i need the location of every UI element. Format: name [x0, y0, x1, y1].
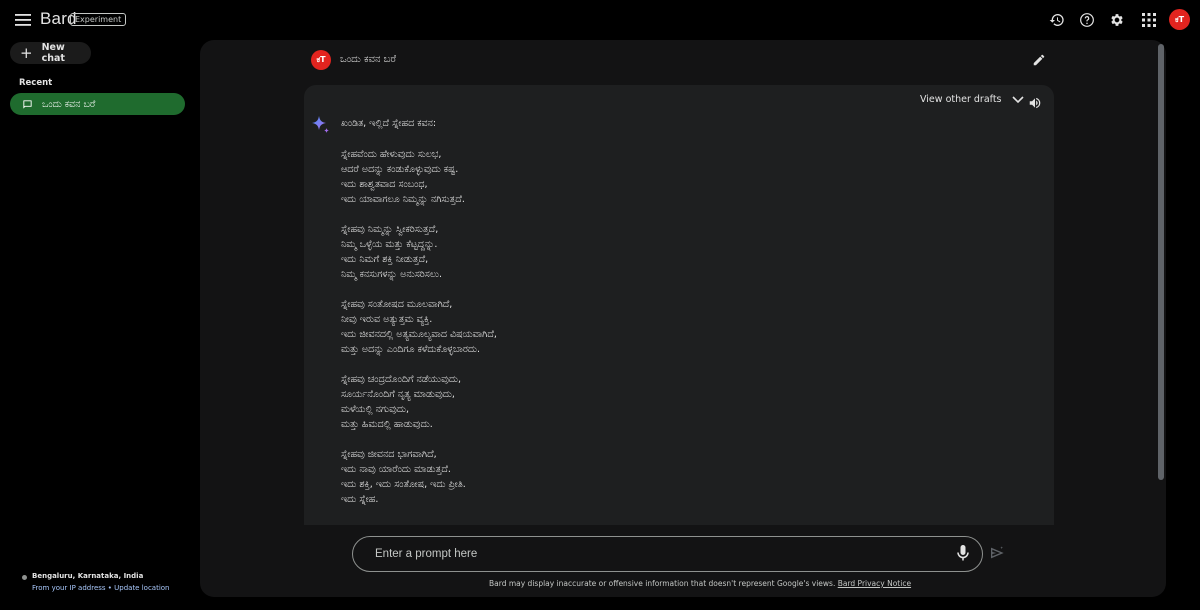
- view-other-drafts-button[interactable]: View other drafts: [920, 94, 1024, 105]
- help-icon[interactable]: [1077, 10, 1097, 30]
- poem-line: ಇದು ಶಕ್ತಿ, ಇದು ಸಂತೋಷ, ಇದು ಪ್ರೀತಿ.: [341, 479, 466, 490]
- experiment-badge: Experiment: [70, 13, 127, 26]
- poem-stanza: ಸ್ನೇಹವು ಜೀವನದ ಭಾಗವಾಗಿದೆ, ಇದು ನಾವು ಯಾರೆಂದು…: [341, 447, 497, 507]
- poem-line: ಇದು ನಾವು ಯಾರೆಂದು ಮಾಡುತ್ತದೆ.: [341, 464, 451, 475]
- poem-line: ಇದು ಶಾಶ್ವತವಾದ ಸಂಬಂಧ,: [341, 179, 428, 190]
- apps-grid-icon[interactable]: [1139, 10, 1159, 30]
- location-place: Bengaluru, Karnataka, India: [32, 572, 144, 580]
- poem-line: ಸ್ನೇಹವು ನಿಮ್ಮನ್ನು ಸ್ವೀಕರಿಸುತ್ತದೆ,: [341, 224, 439, 235]
- history-icon[interactable]: [1047, 10, 1067, 30]
- poem-line: ನಿಮ್ಮ ಕನಸುಗಳನ್ನು ಅನುಸರಿಸಲು.: [341, 269, 443, 280]
- settings-gear-icon[interactable]: [1107, 10, 1127, 30]
- send-icon[interactable]: [988, 544, 1006, 562]
- disclaimer-text: Bard may display inaccurate or offensive…: [489, 579, 838, 588]
- location-dot-icon: [22, 575, 27, 580]
- poem-line: ಆದರೆ ಅದನ್ನು ಕಂಡುಕೊಳ್ಳುವುದು ಕಷ್ಟ.: [341, 164, 459, 175]
- account-avatar[interactable]: ಕT: [1169, 9, 1190, 30]
- location-source-text[interactable]: From your IP address: [32, 584, 106, 592]
- disclaimer: Bard may display inaccurate or offensive…: [489, 579, 911, 588]
- user-prompt-text: ಒಂದು ಕವನ ಬರೆ: [340, 54, 397, 65]
- poem-line: ಮತ್ತು ಅದನ್ನು ಎಂದಿಗೂ ಕಳೆದುಕೊಳ್ಳಬಾರದು.: [341, 344, 481, 355]
- poem-line: ಸೂರ್ಯನೊಂದಿಗೆ ನೃತ್ಯ ಮಾಡುವುದು,: [341, 389, 455, 400]
- recent-chat-label: ಒಂದು ಕವನ ಬರೆ: [42, 98, 96, 110]
- prompt-input[interactable]: [373, 547, 933, 561]
- poem-stanza: ಸ್ನೇಹವು ನಿಮ್ಮನ್ನು ಸ್ವೀಕರಿಸುತ್ತದೆ, ನಿಮ್ಮ ಒ…: [341, 222, 497, 282]
- poem-line: ಇದು ಸ್ನೇಹ.: [341, 494, 379, 505]
- poem-line: ಇದು ನಿಮಗೆ ಶಕ್ತಿ ನೀಡುತ್ತದೆ,: [341, 254, 429, 265]
- view-drafts-label: View other drafts: [920, 94, 1002, 105]
- location-source: From your IP address • Update location: [32, 584, 170, 592]
- poem-line: ಸ್ನೇಹವೆಂದು ಹೇಳುವುದು ಸುಲಭ,: [341, 149, 442, 160]
- poem-line: ಮಳೆಯಲ್ಲಿ ನಗುವುದು,: [341, 404, 410, 415]
- chevron-down-icon: [1011, 95, 1024, 103]
- poem-stanza: ಸ್ನೇಹವು ಚಂದ್ರದೊಂದಿಗೆ ನಡೆಯುವುದು, ಸೂರ್ಯನೊಂದ…: [341, 372, 497, 432]
- poem-line: ನಿಮ್ಮ ಒಳ್ಳೆಯ ಮತ್ತು ಕೆಟ್ಟದ್ದನ್ನು.: [341, 239, 438, 250]
- poem-line: ಸ್ನೇಹವು ಸಂತೋಷದ ಮೂಲವಾಗಿದೆ,: [341, 299, 453, 310]
- poem-line: ಇದು ಜೀವನದಲ್ಲಿ ಅತ್ಯಮೂಲ್ಯವಾದ ವಿಷಯವಾಗಿದೆ,: [341, 329, 497, 340]
- poem-stanza: ಸ್ನೇಹವೆಂದು ಹೇಳುವುದು ಸುಲಭ, ಆದರೆ ಅದನ್ನು ಕಂಡ…: [341, 147, 497, 207]
- response-poem: ಸ್ನೇಹವೆಂದು ಹೇಳುವುದು ಸುಲಭ, ಆದರೆ ಅದನ್ನು ಕಂಡ…: [341, 147, 497, 522]
- prompt-box: [352, 536, 983, 572]
- privacy-notice-link[interactable]: Bard Privacy Notice: [838, 579, 911, 588]
- poem-line: ಸ್ನೇಹವು ಚಂದ್ರದೊಂದಿಗೆ ನಡೆಯುವುದು,: [341, 374, 462, 385]
- poem-line: ಇದು ಯಾವಾಗಲೂ ನಿಮ್ಮನ್ನು ನಗಿಸುತ್ತದೆ.: [341, 194, 465, 205]
- menu-icon[interactable]: [12, 9, 34, 31]
- scrollbar[interactable]: [1158, 44, 1164, 480]
- poem-line: ಸ್ನೇಹವು ಜೀವನದ ಭಾಗವಾಗಿದೆ,: [341, 449, 437, 460]
- poem-stanza: ಸ್ನೇಹವು ಸಂತೋಷದ ಮೂಲವಾಗಿದೆ, ನೀವು ಇರುವ ಅತ್ಯು…: [341, 297, 497, 357]
- update-location-link[interactable]: Update location: [114, 584, 169, 592]
- recent-heading: Recent: [19, 78, 53, 88]
- poem-line: ನೀವು ಇರುವ ಅತ್ಯುತ್ತಮ ವ್ಯಕ್ತಿ.: [341, 314, 433, 325]
- edit-prompt-icon[interactable]: [1030, 51, 1048, 69]
- plus-icon: +: [20, 44, 33, 62]
- new-chat-label: New chat: [41, 42, 65, 64]
- user-avatar: ಕT: [311, 50, 331, 70]
- bard-sparkle-icon: [311, 115, 331, 135]
- top-bar: Bard Experiment ಕT: [0, 0, 1200, 40]
- response-intro: ಖಂಡಿತ, ಇಲ್ಲಿದೆ ಸ್ನೇಹದ ಕವನ:: [341, 118, 437, 129]
- microphone-icon[interactable]: [954, 544, 972, 562]
- new-chat-button[interactable]: + New chat: [10, 42, 91, 64]
- speaker-icon[interactable]: [1026, 94, 1044, 112]
- recent-chat-item[interactable]: ಒಂದು ಕವನ ಬರೆ: [10, 93, 185, 115]
- chat-bubble-icon: [23, 99, 32, 109]
- location-separator: •: [105, 584, 115, 592]
- poem-line: ಮತ್ತು ಹಿಮದಲ್ಲಿ ಹಾಡುವುದು.: [341, 419, 433, 430]
